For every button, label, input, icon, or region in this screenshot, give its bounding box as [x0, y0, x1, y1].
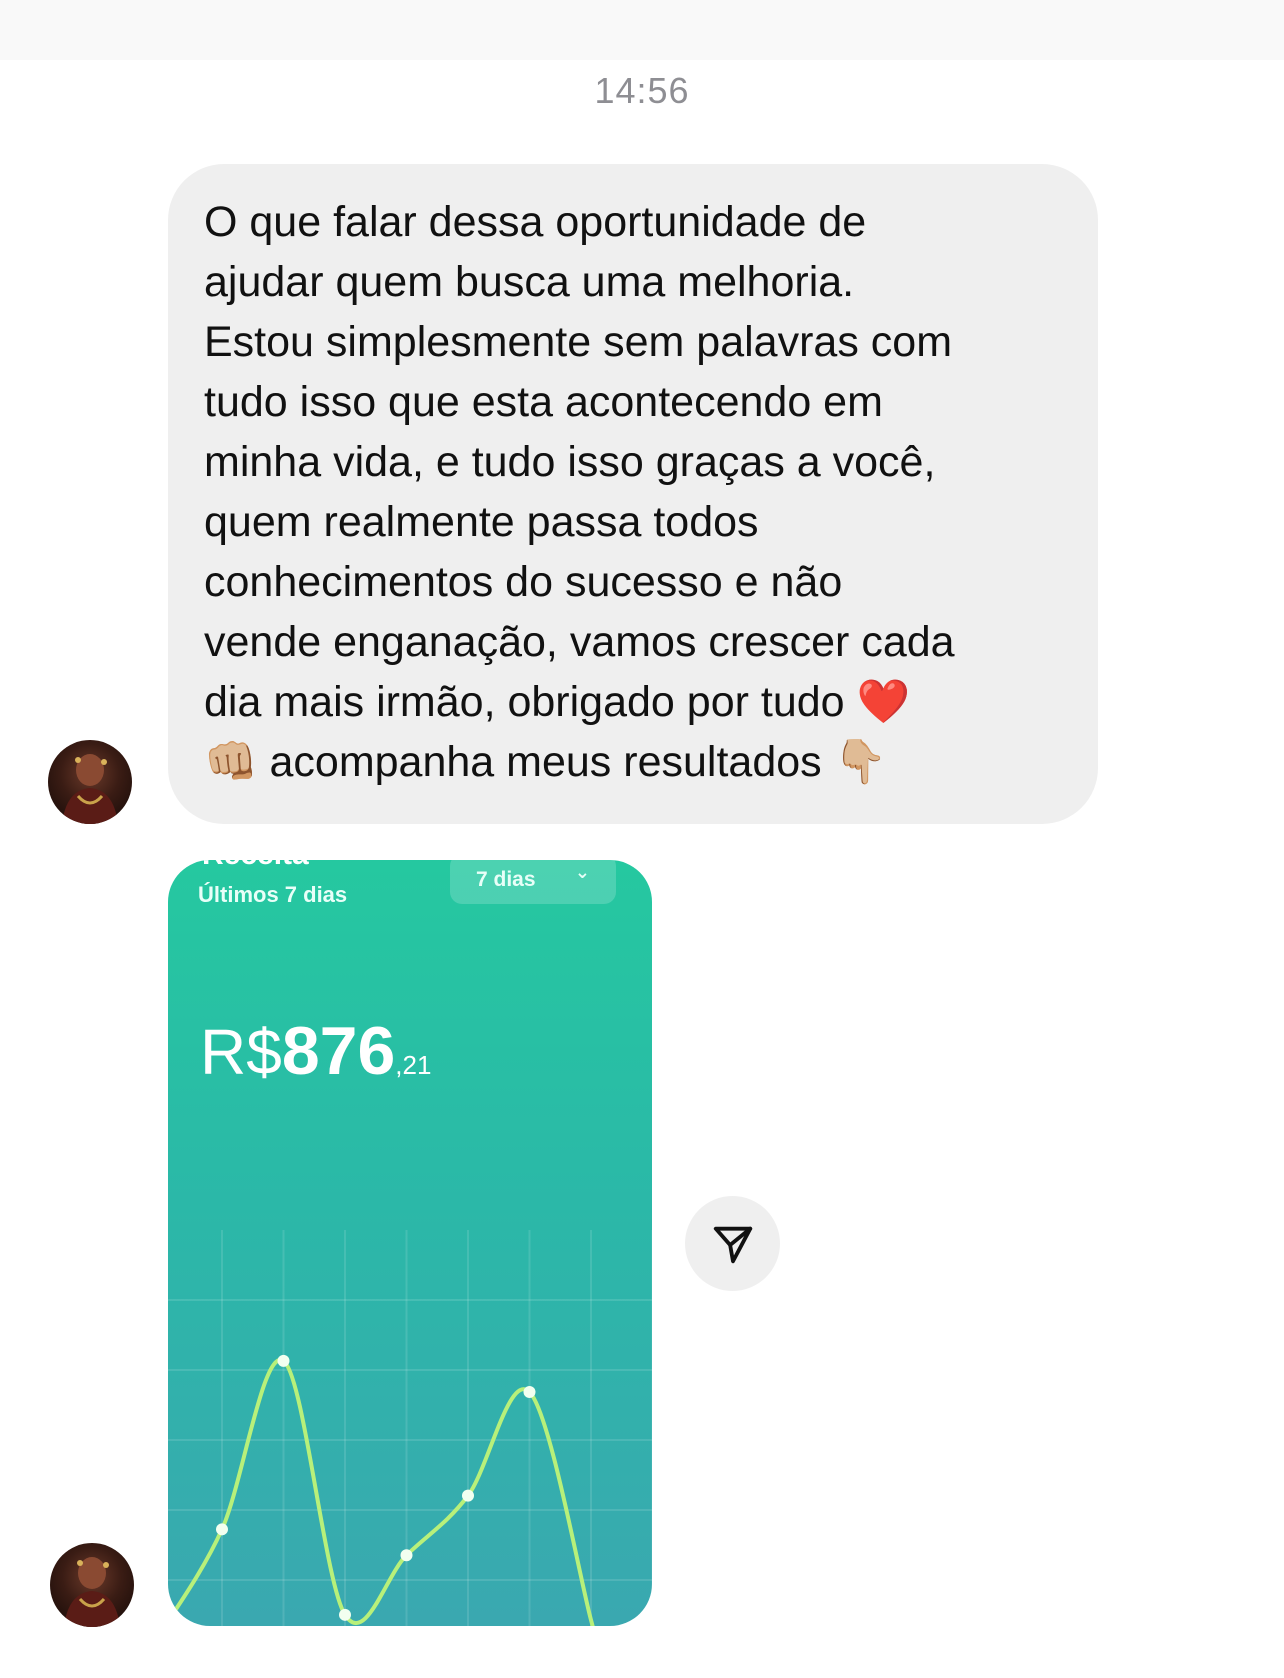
avatar-photo — [62, 754, 118, 824]
chart-data-point — [339, 1608, 351, 1621]
chart-data-point — [462, 1489, 474, 1502]
avatar[interactable] — [48, 740, 132, 824]
image-subtitle: Últimos 7 dias — [198, 882, 348, 907]
period-label: 7 dias — [476, 868, 536, 891]
message-bubble[interactable]: O que falar dessa oportunidade de ajudar… — [168, 164, 1098, 824]
chart-data-point — [400, 1549, 413, 1562]
revenue-chart — [168, 1230, 652, 1626]
paper-plane-icon — [713, 1226, 752, 1263]
amount-whole: 876 — [281, 1013, 396, 1089]
period-selector: 7 dias ⌄ — [450, 860, 616, 904]
share-button[interactable] — [685, 1196, 780, 1291]
chart-data-point — [523, 1386, 536, 1398]
chart-series-line — [168, 1358, 595, 1626]
chart-data-point — [277, 1354, 290, 1367]
revenue-amount: R$876,21 — [200, 1012, 431, 1090]
message-text: O que falar dessa oportunidade de ajudar… — [204, 198, 955, 786]
message-timestamp: 14:56 — [594, 70, 690, 111]
chart-data-point — [216, 1523, 228, 1536]
shared-image[interactable]: Receita Últimos 7 dias 7 dias ⌄ R$876,21 — [168, 860, 652, 1626]
amount-currency: R$ — [200, 1016, 282, 1088]
chevron-down-icon: ⌄ — [574, 862, 590, 882]
avatar-photo — [64, 1557, 120, 1627]
image-title: Receita — [202, 860, 309, 872]
top-bar — [0, 0, 1284, 60]
amount-cents: ,21 — [395, 1050, 432, 1080]
avatar[interactable] — [50, 1543, 134, 1627]
